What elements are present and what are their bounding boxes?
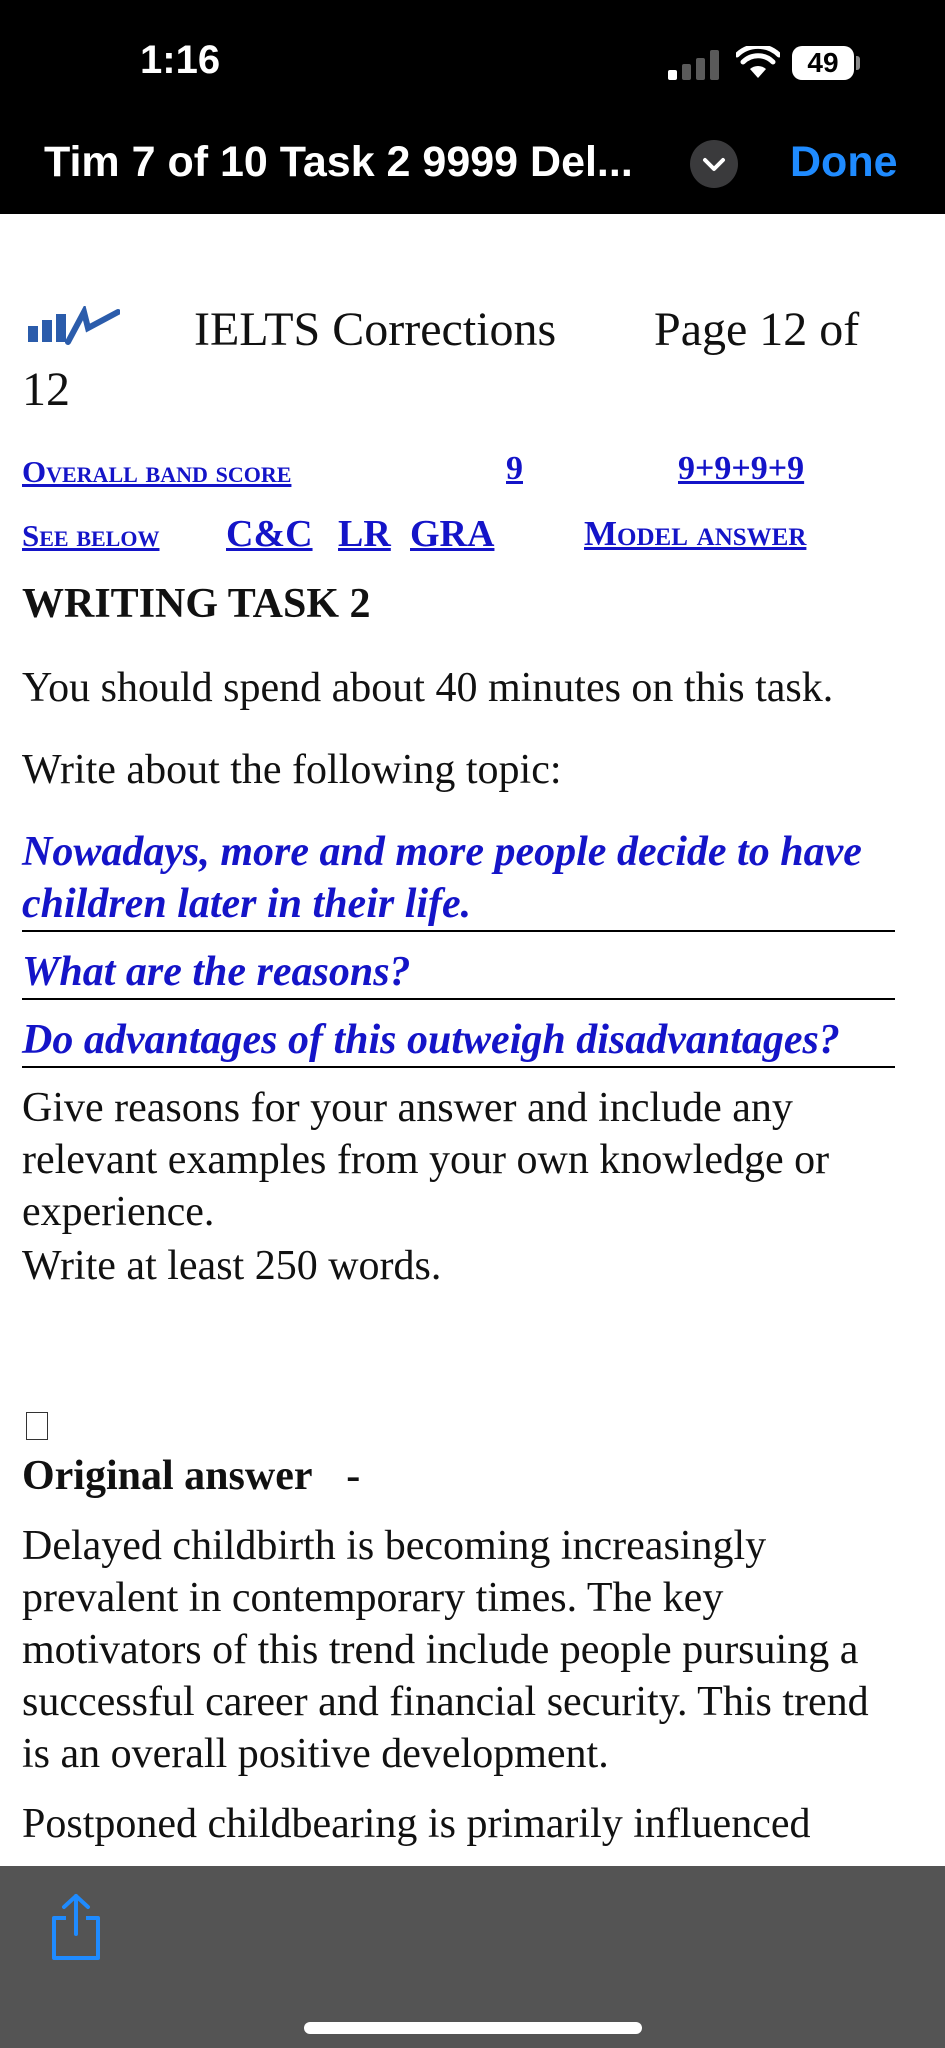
header-title: IELTS Corrections bbox=[194, 303, 557, 356]
header-page-number: Page 12 of bbox=[654, 303, 860, 356]
title-menu-button[interactable] bbox=[690, 140, 738, 188]
document-title-bar: Tim 7 of 10 Task 2 9999 Del... Done bbox=[0, 120, 945, 214]
answer-checkbox[interactable] bbox=[26, 1412, 48, 1440]
lr-link[interactable]: LR bbox=[338, 512, 391, 556]
gra-link[interactable]: GRA bbox=[410, 512, 494, 556]
original-answer-label: Original answer bbox=[22, 1453, 312, 1499]
document-title[interactable]: Tim 7 of 10 Task 2 9999 Del... bbox=[44, 138, 633, 187]
share-icon[interactable] bbox=[48, 1892, 104, 1962]
topic-question-reasons: What are the reasons? bbox=[22, 946, 895, 1000]
answer-paragraph-2: Postponed childbearing is primarily infl… bbox=[22, 1801, 811, 1847]
done-button[interactable]: Done bbox=[790, 138, 898, 187]
battery-nub bbox=[856, 56, 860, 70]
topic-statement: Nowadays, more and more people decide to… bbox=[22, 826, 895, 932]
battery-indicator: 49 bbox=[792, 46, 854, 80]
chart-logo-icon bbox=[28, 306, 120, 345]
answer-paragraph-1: Delayed childbirth is becoming increasin… bbox=[22, 1523, 869, 1777]
status-bar: 1:16 49 bbox=[0, 0, 945, 120]
bottom-toolbar bbox=[0, 1866, 945, 2048]
original-answer-heading: Original answer - bbox=[22, 1452, 360, 1500]
task-instruction: You should spend about 40 minutes on thi… bbox=[22, 665, 834, 711]
task-write-about: Write about the following topic: bbox=[22, 747, 562, 793]
score-breakdown-link[interactable]: 9+9+9+9 bbox=[678, 450, 804, 488]
overall-score-value-link[interactable]: 9 bbox=[506, 450, 523, 488]
document-header: IELTS Corrections Page 12 of 12 bbox=[22, 288, 902, 416]
header-page-total: 12 bbox=[22, 363, 70, 416]
overall-band-score-link[interactable]: Overall band score bbox=[22, 454, 291, 490]
cc-link[interactable]: C&C bbox=[226, 512, 313, 556]
cellular-signal-icon bbox=[668, 48, 720, 80]
model-answer-link[interactable]: Model answer bbox=[584, 514, 806, 554]
see-below-link[interactable]: See below bbox=[22, 518, 159, 554]
status-time: 1:16 bbox=[140, 38, 221, 82]
task-heading: WRITING TASK 2 bbox=[22, 581, 371, 627]
chevron-down-icon bbox=[703, 158, 725, 171]
task-give-reasons: Give reasons for your answer and include… bbox=[22, 1085, 830, 1235]
topic-question-advantages: Do advantages of this outweigh disadvant… bbox=[22, 1014, 895, 1068]
task-word-count: Write at least 250 words. bbox=[22, 1243, 442, 1289]
original-answer-dash: - bbox=[346, 1453, 361, 1499]
wifi-icon bbox=[736, 46, 780, 78]
home-indicator[interactable] bbox=[304, 2022, 642, 2034]
